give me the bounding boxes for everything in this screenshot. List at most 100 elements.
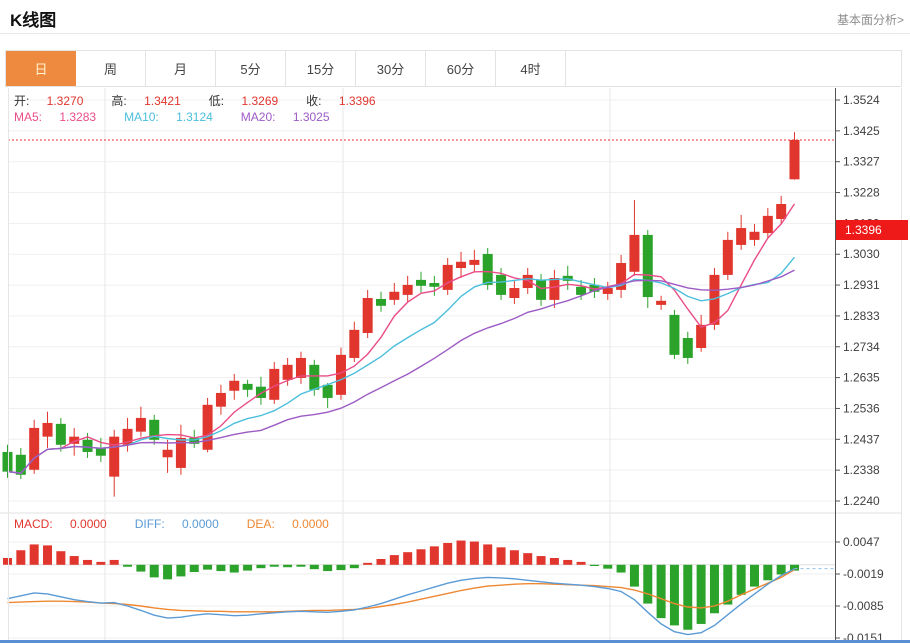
macd-hist-bar <box>350 565 359 568</box>
candle-body <box>376 299 386 306</box>
candle-body <box>669 315 679 355</box>
candle-body <box>603 288 613 294</box>
candle-body <box>509 288 519 298</box>
macd-hist-bar <box>163 565 172 580</box>
candle-body <box>136 418 146 432</box>
tab-period-月[interactable]: 月 <box>146 51 216 86</box>
y-axis-label: 1.2635 <box>843 371 880 385</box>
macd-hist-bar <box>203 565 212 570</box>
macd-hist-bar <box>83 560 92 565</box>
macd-hist-bar <box>256 565 265 568</box>
candle-body <box>243 384 253 390</box>
macd-hist-bar <box>3 558 12 565</box>
ma-legend: MA5: 1.3283MA10: 1.3124MA20: 1.3025 <box>14 110 358 124</box>
candle-body <box>283 365 293 380</box>
candle-body <box>163 450 173 457</box>
tabbar-spacer <box>566 51 901 86</box>
candle-body <box>643 235 653 297</box>
macd-hist-bar <box>443 543 452 565</box>
macd-hist-bar <box>216 565 225 571</box>
macd-hist-bar <box>136 565 145 572</box>
macd-hist-bar <box>737 565 746 595</box>
macd-hist-bar <box>336 565 345 570</box>
macd-hist-bar <box>777 565 786 575</box>
candle-body <box>429 283 439 287</box>
macd-hist-bar <box>563 560 572 565</box>
macd-hist-bar <box>190 565 199 572</box>
candle-body <box>216 393 226 407</box>
tab-period-15分[interactable]: 15分 <box>286 51 356 86</box>
macd-hist-bar <box>96 562 105 565</box>
candle-body <box>96 448 106 456</box>
candle-body <box>496 275 506 295</box>
candle-body <box>363 298 373 333</box>
candle-body <box>736 228 746 245</box>
candle-body <box>723 240 733 275</box>
tab-period-5分[interactable]: 5分 <box>216 51 286 86</box>
candle-body <box>696 325 706 348</box>
macd-hist-bar <box>497 547 506 564</box>
macd-hist-bar <box>30 544 39 564</box>
macd-hist-bar <box>617 565 626 573</box>
candle-body <box>656 301 666 305</box>
legend-item: MA5: 1.3283 <box>14 110 110 124</box>
macd-hist-bar <box>376 559 385 565</box>
candle-body <box>456 262 466 268</box>
candle-body <box>389 292 399 300</box>
candle-body <box>16 455 26 475</box>
chart-area[interactable]: 1.35241.34251.33271.32281.31291.30301.29… <box>0 88 910 644</box>
kline-chart-canvas[interactable]: 1.35241.34251.33271.32281.31291.30301.29… <box>0 88 910 644</box>
kline-page: K线图 基本面分析> 日周月5分15分30分60分4时 1.35241.3425… <box>0 0 910 644</box>
candle-body <box>323 385 333 398</box>
y-axis-label: 1.2734 <box>843 340 880 354</box>
macd-hist-bar <box>697 565 706 624</box>
y-axis-label: 1.2437 <box>843 432 880 446</box>
legend-item: MA10: 1.3124 <box>124 110 227 124</box>
macd-hist-bar <box>123 565 132 567</box>
macd-hist-bar <box>630 565 639 587</box>
y-axis-label: -0.0019 <box>843 567 884 581</box>
legend-item: MACD: 0.0000 <box>14 517 121 531</box>
y-axis-label: 1.3327 <box>843 155 880 169</box>
candle-body <box>549 278 559 300</box>
tab-period-周[interactable]: 周 <box>76 51 146 86</box>
macd-hist-bar <box>296 565 305 567</box>
tab-period-30分[interactable]: 30分 <box>356 51 426 86</box>
macd-hist-bar <box>577 562 586 565</box>
current-price-tag: 1.3396 <box>836 220 908 240</box>
tab-period-60分[interactable]: 60分 <box>426 51 496 86</box>
candle-body <box>523 275 533 288</box>
y-axis-label: 1.2833 <box>843 309 880 323</box>
macd-hist-bar <box>243 565 252 571</box>
candle-body <box>483 254 493 285</box>
y-axis-label: 1.2536 <box>843 401 880 415</box>
macd-hist-bar <box>70 556 79 565</box>
macd-hist-bar <box>270 565 279 567</box>
legend-item: DEA: 0.0000 <box>247 517 343 531</box>
legend-item: 低: 1.3269 <box>209 94 292 108</box>
candle-body <box>83 440 93 452</box>
candle-body <box>29 428 39 470</box>
candle-body <box>3 452 13 472</box>
macd-hist-bar <box>430 546 439 564</box>
candle-body <box>469 260 479 265</box>
macd-hist-bar <box>403 552 412 565</box>
macd-hist-bar <box>657 565 666 618</box>
macd-hist-bar <box>483 544 492 564</box>
y-axis-label: 1.3030 <box>843 247 880 261</box>
candle-body <box>776 204 786 219</box>
macd-hist-bar <box>683 565 692 630</box>
candle-body <box>683 338 693 358</box>
macd-hist-bar <box>763 565 772 581</box>
macd-hist-bar <box>523 553 532 565</box>
tab-period-4时[interactable]: 4时 <box>496 51 566 86</box>
y-axis-label: 0.0047 <box>843 535 880 549</box>
legend-item: 收: 1.3396 <box>306 94 389 108</box>
macd-hist-bar <box>723 565 732 605</box>
tab-period-日[interactable]: 日 <box>6 51 76 86</box>
period-tabbar: 日周月5分15分30分60分4时 <box>5 50 902 87</box>
macd-hist-bar <box>310 565 319 569</box>
macd-hist-bar <box>550 558 559 565</box>
fundamental-analysis-link[interactable]: 基本面分析> <box>837 11 904 28</box>
y-axis-label: -0.0085 <box>843 599 884 613</box>
